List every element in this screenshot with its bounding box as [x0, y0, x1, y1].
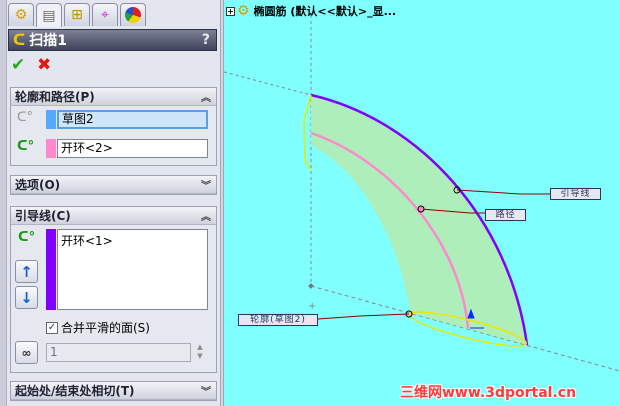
- handle-point[interactable]: [417, 205, 425, 213]
- leader-line: [456, 189, 550, 195]
- watermark: 三维网www.3dportal.cn: [400, 385, 577, 401]
- start-profile: [303, 94, 312, 171]
- callout-path[interactable]: 路径: [485, 209, 526, 221]
- origin-point: [308, 283, 314, 289]
- callout-guide-curve[interactable]: 引导线: [550, 188, 601, 200]
- graphics-viewport[interactable]: +: [0, 0, 620, 406]
- origin-cross-icon: +: [308, 301, 316, 312]
- leader-line: [317, 313, 410, 320]
- callout-profile[interactable]: 轮廓(草图2): [238, 314, 318, 326]
- axis-line: [223, 71, 312, 96]
